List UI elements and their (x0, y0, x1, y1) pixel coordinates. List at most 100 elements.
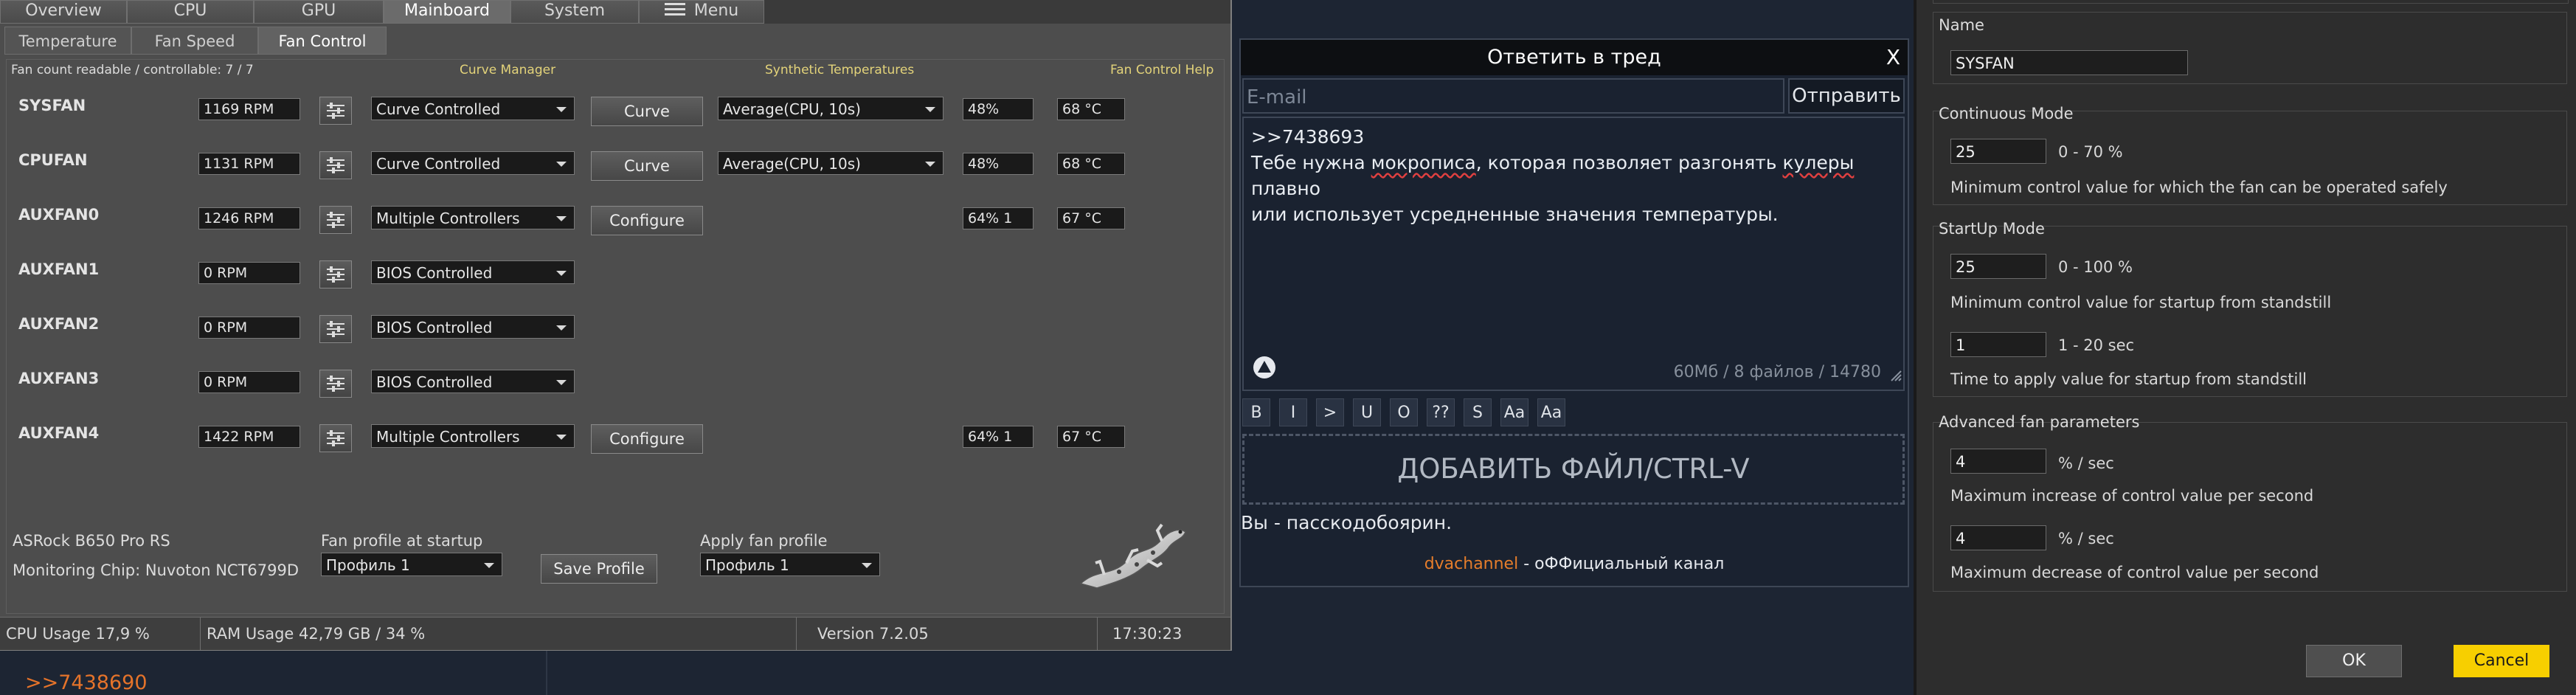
overline-button[interactable]: O (1390, 398, 1418, 426)
fan-settings-button[interactable] (319, 97, 352, 125)
subscript-button[interactable]: Aa (1537, 398, 1565, 426)
close-button[interactable]: X (1886, 40, 1900, 75)
chevron-down-icon (484, 563, 494, 568)
attach-icon[interactable] (1253, 356, 1276, 386)
italic-button[interactable]: I (1279, 398, 1307, 426)
underline-button[interactable]: U (1353, 398, 1381, 426)
fan-mode-select[interactable]: Multiple Controllers (371, 206, 575, 229)
startup-time-input[interactable]: 1 (1950, 332, 2046, 357)
ok-button[interactable]: OK (2306, 645, 2402, 677)
tab-overview[interactable]: Overview (0, 0, 127, 24)
strike-button[interactable]: S (1464, 398, 1492, 426)
synthetic-temp-select[interactable]: Average(CPU, 10s) (718, 97, 944, 120)
max-decrease-input[interactable]: 4 (1950, 525, 2046, 550)
synthetic-temperatures-link[interactable]: Synthetic Temperatures (765, 63, 914, 77)
chevron-down-icon (556, 380, 567, 385)
send-button[interactable]: Отправить (1788, 78, 1905, 114)
synthetic-temp-value: Average(CPU, 10s) (723, 100, 861, 118)
fan-settings-button[interactable] (319, 151, 352, 179)
fan-settings-button[interactable] (319, 260, 352, 288)
monitoring-chip: Monitoring Chip: Nuvoton NCT6799D (13, 561, 300, 579)
fan-percent: 64% 1 (963, 207, 1033, 229)
save-profile-button[interactable]: Save Profile (541, 554, 657, 584)
tab-fan-control[interactable]: Fan Control (258, 27, 387, 55)
fan-temperature: 68 °C (1057, 98, 1125, 120)
fan-temperature: 67 °C (1057, 426, 1125, 448)
synthetic-temp-select[interactable]: Average(CPU, 10s) (718, 151, 944, 175)
hamburger-icon (664, 1, 685, 21)
tab-temperature[interactable]: Temperature (4, 27, 131, 55)
tab-system[interactable]: System (510, 0, 639, 24)
apply-profile-select[interactable]: Профиль 1 (700, 553, 880, 576)
fan-mode-select[interactable]: Curve Controlled (371, 97, 575, 120)
profile-at-startup-label: Fan profile at startup (321, 532, 483, 550)
board-name: ASRock B650 Pro RS (13, 532, 170, 550)
fan-rpm: 1131 RPM (198, 153, 300, 175)
fan-rpm: 1422 RPM (198, 426, 300, 448)
fan-rpm: 0 RPM (198, 262, 300, 284)
fan-control-help-link[interactable]: Fan Control Help (1110, 63, 1213, 77)
fan-mode-select[interactable]: BIOS Controlled (371, 315, 575, 339)
fan-settings-button[interactable] (319, 315, 352, 343)
email-field[interactable]: E-mail (1242, 78, 1784, 114)
fan-name: AUXFAN0 (18, 206, 100, 224)
chevron-down-icon (556, 216, 567, 221)
resize-handle-icon[interactable] (1888, 362, 1902, 388)
cancel-button[interactable]: Cancel (2454, 645, 2549, 677)
max-increase-input[interactable]: 4 (1950, 449, 2046, 474)
fan-settings-button[interactable] (319, 370, 352, 398)
spoiler-button[interactable]: ?? (1427, 398, 1455, 426)
fan-mode-value: Multiple Controllers (376, 210, 520, 227)
chevron-down-icon (556, 107, 567, 112)
profile-at-startup-select[interactable]: Профиль 1 (321, 553, 502, 576)
message-text: Тебе нужна (1251, 152, 1371, 173)
fan-settings-button[interactable] (319, 206, 352, 234)
fan-action-button[interactable]: Configure (591, 424, 703, 454)
max-increase-unit: % / sec (2058, 454, 2114, 472)
message-textarea[interactable]: >>7438693 Тебе нужна мокрописа, которая … (1242, 117, 1905, 391)
fan-action-button[interactable]: Curve (591, 151, 703, 181)
continuous-mode-title: Continuous Mode (1939, 105, 2074, 122)
fan-rpm: 0 RPM (198, 317, 300, 339)
reply-form-title: Ответить в тред (1241, 40, 1908, 75)
fan-mode-select[interactable]: Multiple Controllers (371, 424, 575, 448)
superscript-button[interactable]: Aa (1500, 398, 1528, 426)
fan-settings-button[interactable] (319, 424, 352, 452)
channel-line: dvachannel - оФФициальный канал (1241, 555, 1908, 573)
fan-mode-select[interactable]: BIOS Controlled (371, 370, 575, 393)
quote-button[interactable]: > (1316, 398, 1344, 426)
fan-mode-select[interactable]: Curve Controlled (371, 151, 575, 175)
startup-value-input[interactable]: 25 (1950, 254, 2046, 279)
post-link[interactable]: >>7438690 (25, 671, 148, 694)
channel-text: - оФФициальный канал (1518, 555, 1725, 573)
status-bar: CPU Usage 17,9 % RAM Usage 42,79 GB / 34… (0, 617, 1230, 650)
fan-mode-select[interactable]: BIOS Controlled (371, 260, 575, 284)
synthetic-temp-value: Average(CPU, 10s) (723, 155, 861, 173)
channel-link[interactable]: dvachannel (1424, 555, 1519, 573)
tab-gpu[interactable]: GPU (254, 0, 384, 24)
fan-mode-value: Multiple Controllers (376, 428, 520, 446)
tab-mainboard[interactable]: Mainboard (384, 0, 510, 24)
fan-name: AUXFAN1 (18, 260, 100, 278)
chevron-down-icon (862, 563, 872, 568)
tab-menu-label: Menu (693, 1, 739, 20)
fan-percent: 64% 1 (963, 426, 1033, 448)
add-file-dropzone[interactable]: ДОБАВИТЬ ФАЙЛ/CTRL-V (1242, 434, 1905, 505)
fan-mode-value: BIOS Controlled (376, 264, 493, 282)
apply-profile-label: Apply fan profile (700, 532, 828, 550)
fan-name: AUXFAN3 (18, 370, 100, 387)
nickname-text: Вы - пасскодобоярин. (1241, 512, 1453, 533)
bold-button[interactable]: B (1242, 398, 1270, 426)
panel-top-border (1933, 0, 2569, 4)
continuous-mode-input[interactable]: 25 (1950, 139, 2046, 164)
fan-action-button[interactable]: Curve (591, 97, 703, 126)
fan-action-button[interactable]: Configure (591, 206, 703, 235)
apply-profile-value: Профиль 1 (705, 556, 789, 574)
fan-name-input[interactable]: SYSFAN (1950, 50, 2188, 75)
tab-cpu[interactable]: CPU (127, 0, 254, 24)
tab-menu[interactable]: Menu (639, 0, 764, 24)
fan-name: AUXFAN2 (18, 315, 100, 333)
curve-manager-link[interactable]: Curve Manager (460, 63, 555, 77)
continuous-mode-range: 0 - 70 % (2058, 143, 2123, 161)
tab-fan-speed[interactable]: Fan Speed (131, 27, 258, 55)
